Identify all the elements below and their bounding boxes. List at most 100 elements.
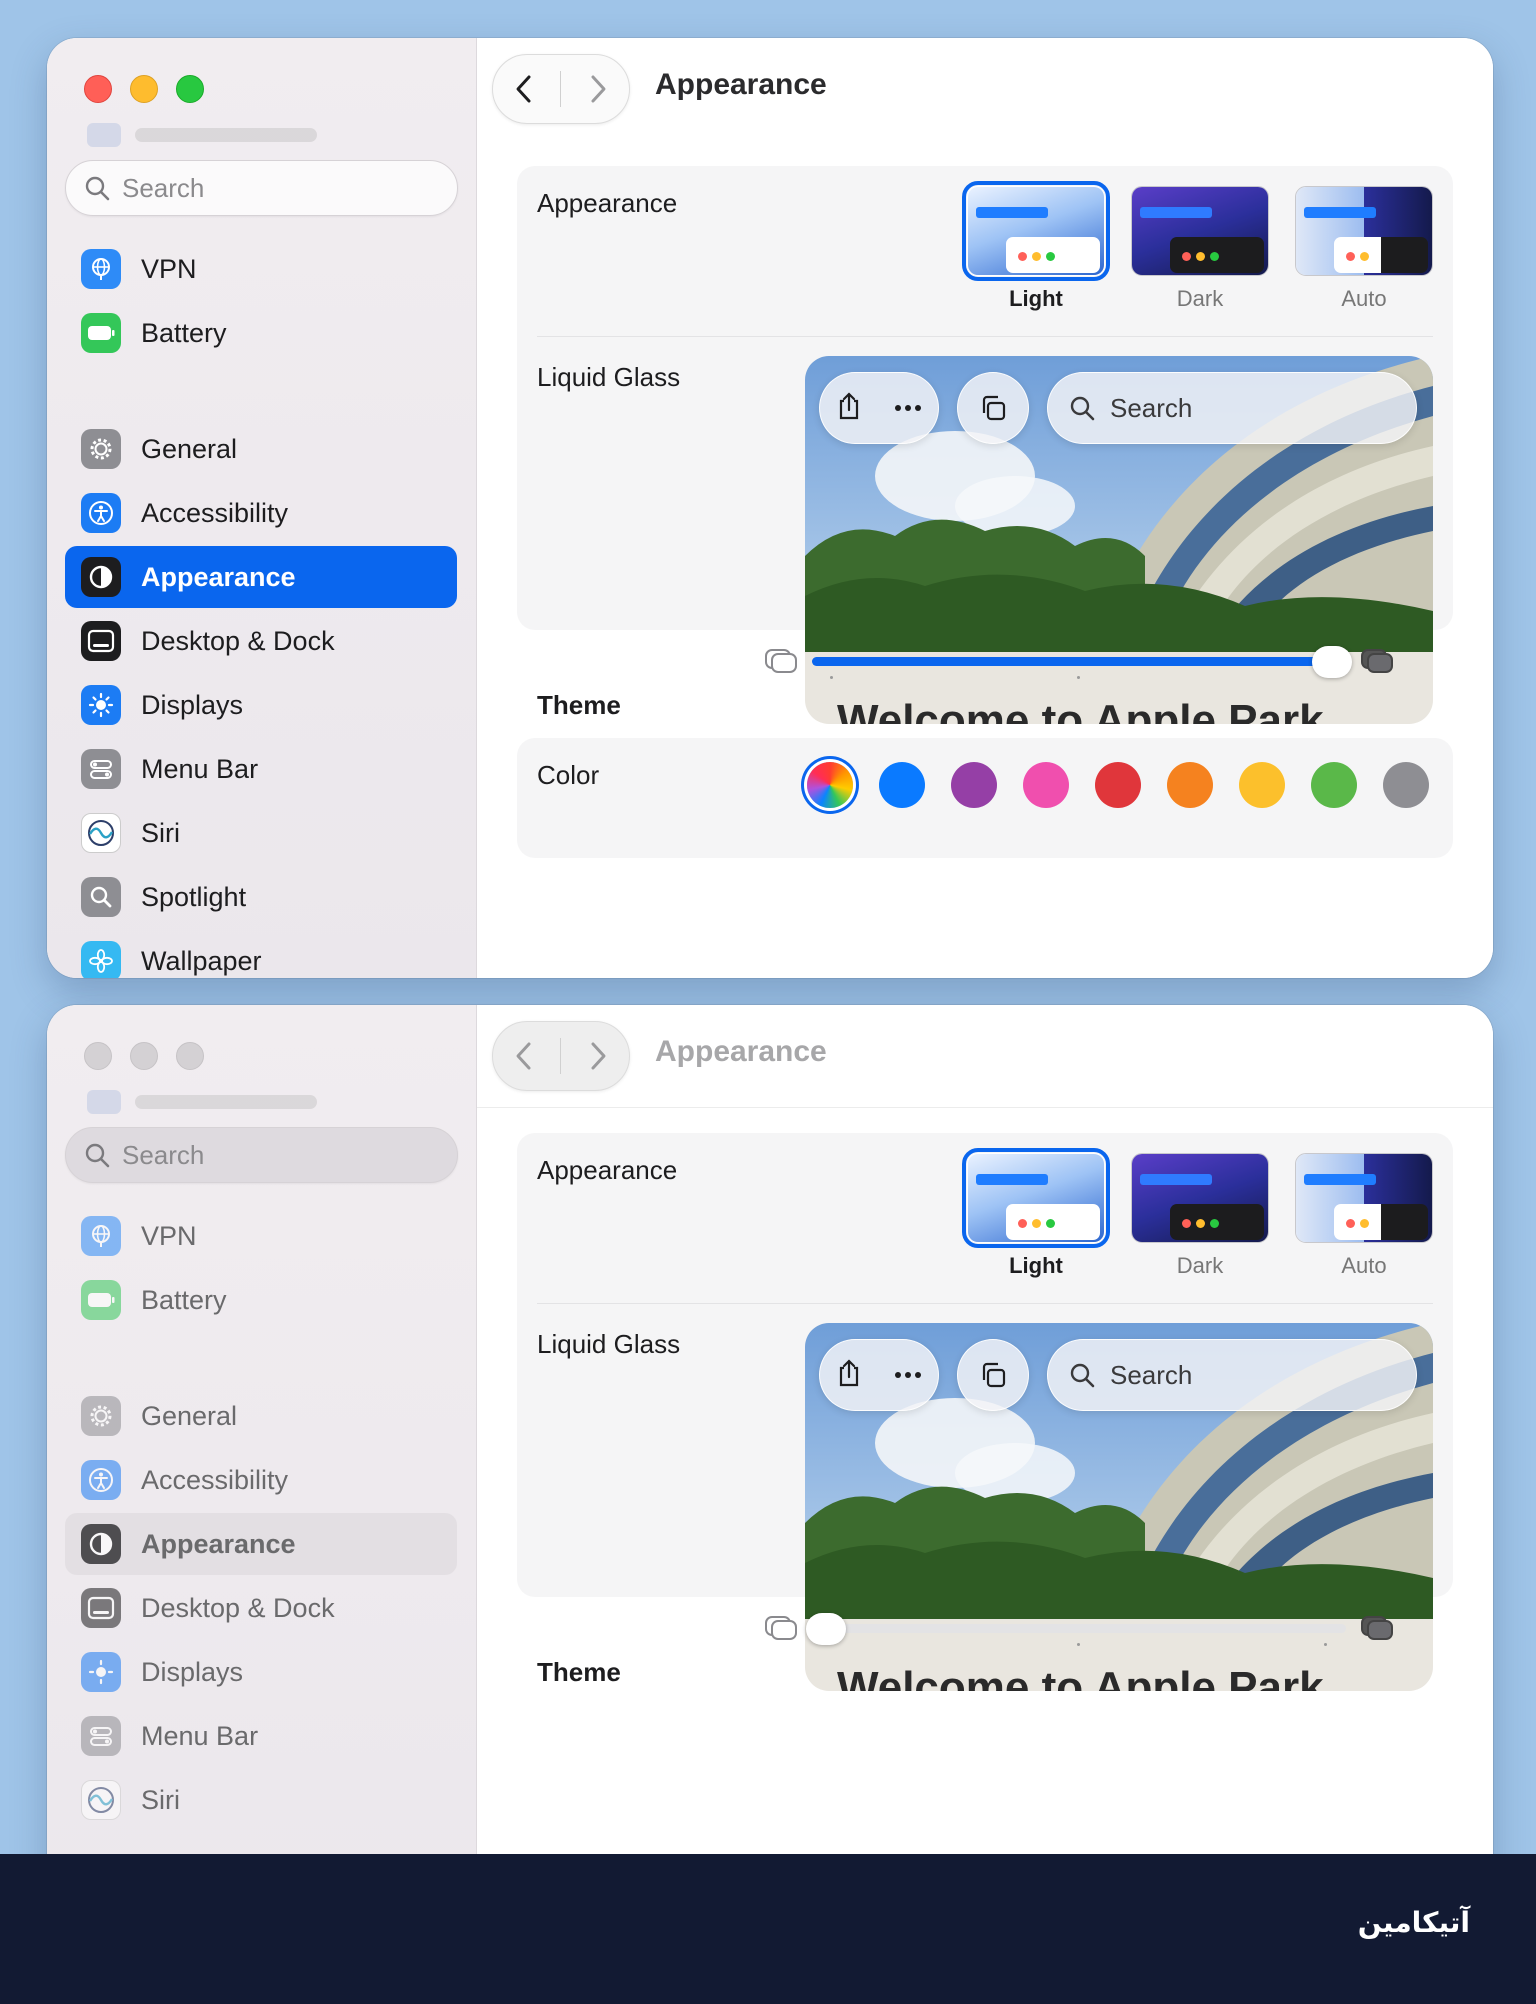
slider-knob[interactable] (806, 1613, 846, 1645)
sidebar-item-vpn[interactable]: VPN (65, 1205, 457, 1267)
sidebar-item-label: VPN (141, 1220, 197, 1251)
swatch-pink[interactable] (1023, 762, 1069, 808)
sidebar-item-label: Menu Bar (141, 753, 259, 784)
more-button[interactable] (894, 1366, 922, 1384)
tabs-button[interactable] (957, 372, 1029, 444)
liquid-glass-slider[interactable] (764, 644, 1394, 679)
sidebar-search-field[interactable]: Search (65, 160, 458, 216)
more-button[interactable] (894, 399, 922, 417)
forward-button[interactable] (573, 64, 623, 114)
close-button[interactable] (84, 1042, 112, 1070)
sidebar-item-appearance[interactable]: Appearance (65, 1513, 457, 1575)
accessibility-icon (81, 1460, 121, 1500)
auto-mode-thumbnail (1295, 186, 1433, 276)
sidebar-item-label: General (141, 433, 238, 464)
sun-icon (81, 685, 121, 725)
appearance-option-auto[interactable]: Auto (1295, 1153, 1433, 1279)
sidebar-item-desktop-dock[interactable]: Desktop & Dock (65, 610, 457, 672)
swatch-graphite[interactable] (1383, 762, 1429, 808)
liquid-glass-slider[interactable] (764, 1611, 1394, 1646)
swatch-blue[interactable] (879, 762, 925, 808)
tabs-icon (982, 1362, 1006, 1388)
share-button[interactable] (836, 391, 862, 426)
tinted-glass-icon (1361, 1616, 1393, 1640)
swatch-yellow[interactable] (1239, 762, 1285, 808)
battery-icon (81, 1280, 121, 1320)
scrolled-item-ghost (87, 123, 317, 147)
sidebar-item-siri[interactable]: Siri (65, 802, 457, 864)
minimize-button[interactable] (130, 75, 158, 103)
sidebar-item-appearance[interactable]: Appearance (65, 546, 457, 608)
share-more-group (819, 1339, 939, 1411)
preview-search-field[interactable]: Search (1047, 372, 1417, 444)
zoom-button[interactable] (176, 1042, 204, 1070)
liquid-glass-row-label: Liquid Glass (537, 1329, 681, 1359)
sidebar-item-displays[interactable]: Displays (65, 674, 457, 736)
navigation-buttons (492, 1021, 630, 1091)
slider-knob[interactable] (1312, 646, 1352, 678)
preview-search-text: Search (1110, 392, 1193, 423)
sidebar-item-vpn[interactable]: VPN (65, 238, 457, 300)
sidebar-item-general[interactable]: General (65, 418, 457, 480)
slider-fill (812, 657, 1346, 666)
brand-logo-text: آتیکامین (1357, 1906, 1470, 1939)
chevron-left-icon (516, 1042, 531, 1070)
sidebar-search-field[interactable]: Search (65, 1127, 458, 1183)
siri-icon (81, 1780, 121, 1820)
window-controls (84, 1042, 204, 1070)
sidebar-item-menu-bar[interactable]: Menu Bar (65, 738, 457, 800)
appearance-card: Appearance Light Dark Auto Liquid Glass … (517, 166, 1453, 724)
appearance-row-label: Appearance (537, 1155, 678, 1185)
swatch-green[interactable] (1311, 762, 1357, 808)
appearance-card: Appearance Light Dark Auto Liquid Glass … (517, 1133, 1453, 1691)
minimize-button[interactable] (130, 1042, 158, 1070)
swatch-multicolor[interactable] (807, 762, 853, 808)
appearance-option-light[interactable]: Light (962, 1148, 1110, 1279)
sidebar-item-battery[interactable]: Battery (65, 1269, 457, 1331)
chevron-left-icon (516, 75, 531, 103)
tabs-button[interactable] (957, 1339, 1029, 1411)
sidebar-item-siri[interactable]: Siri (65, 1769, 457, 1831)
footer-band: آتیکامین (0, 1854, 1536, 2004)
sidebar-item-accessibility[interactable]: Accessibility (65, 482, 457, 544)
search-icon (85, 176, 110, 201)
siri-icon (81, 813, 121, 853)
magnifier-icon (81, 877, 121, 917)
swatch-red[interactable] (1095, 762, 1141, 808)
sidebar-item-label: Battery (141, 317, 227, 348)
appearance-option-dark[interactable]: Dark (1131, 1153, 1269, 1279)
swatch-purple[interactable] (951, 762, 997, 808)
clear-glass-icon (765, 1616, 797, 1640)
sidebar-item-spotlight[interactable]: Spotlight (65, 866, 457, 928)
sidebar-item-label: VPN (141, 253, 197, 284)
search-placeholder: Search (122, 1139, 205, 1170)
ellipsis-icon (895, 1372, 921, 1378)
sidebar-item-battery[interactable]: Battery (65, 302, 457, 364)
appearance-options: Light Dark Auto (962, 181, 1433, 312)
sidebar-item-label: Spotlight (141, 881, 247, 912)
appearance-option-light[interactable]: Light (962, 181, 1110, 312)
sidebar-item-general[interactable]: General (65, 1385, 457, 1447)
sidebar-item-accessibility[interactable]: Accessibility (65, 1449, 457, 1511)
preview-search-field[interactable]: Search (1047, 1339, 1417, 1411)
light-mode-thumbnail (962, 181, 1110, 281)
sidebar-item-label: Wallpaper (141, 945, 262, 976)
globe-icon (81, 1216, 121, 1256)
preview-search-text: Search (1110, 1359, 1193, 1390)
appearance-option-auto[interactable]: Auto (1295, 186, 1433, 312)
zoom-button[interactable] (176, 75, 204, 103)
back-button[interactable] (499, 64, 549, 114)
sidebar-item-displays[interactable]: Displays (65, 1641, 457, 1703)
forward-button[interactable] (573, 1031, 623, 1081)
accessibility-icon (81, 493, 121, 533)
swatch-orange[interactable] (1167, 762, 1213, 808)
sidebar-item-menu-bar[interactable]: Menu Bar (65, 1705, 457, 1767)
close-button[interactable] (84, 75, 112, 103)
back-button[interactable] (499, 1031, 549, 1081)
appearance-option-dark[interactable]: Dark (1131, 186, 1269, 312)
toolbar: Appearance (477, 1005, 1493, 1108)
sidebar-item-wallpaper[interactable]: Wallpaper (65, 930, 457, 978)
share-button[interactable] (836, 1358, 862, 1393)
preview-heading: Welcome to Apple Park (837, 1663, 1324, 1691)
sidebar-item-desktop-dock[interactable]: Desktop & Dock (65, 1577, 457, 1639)
